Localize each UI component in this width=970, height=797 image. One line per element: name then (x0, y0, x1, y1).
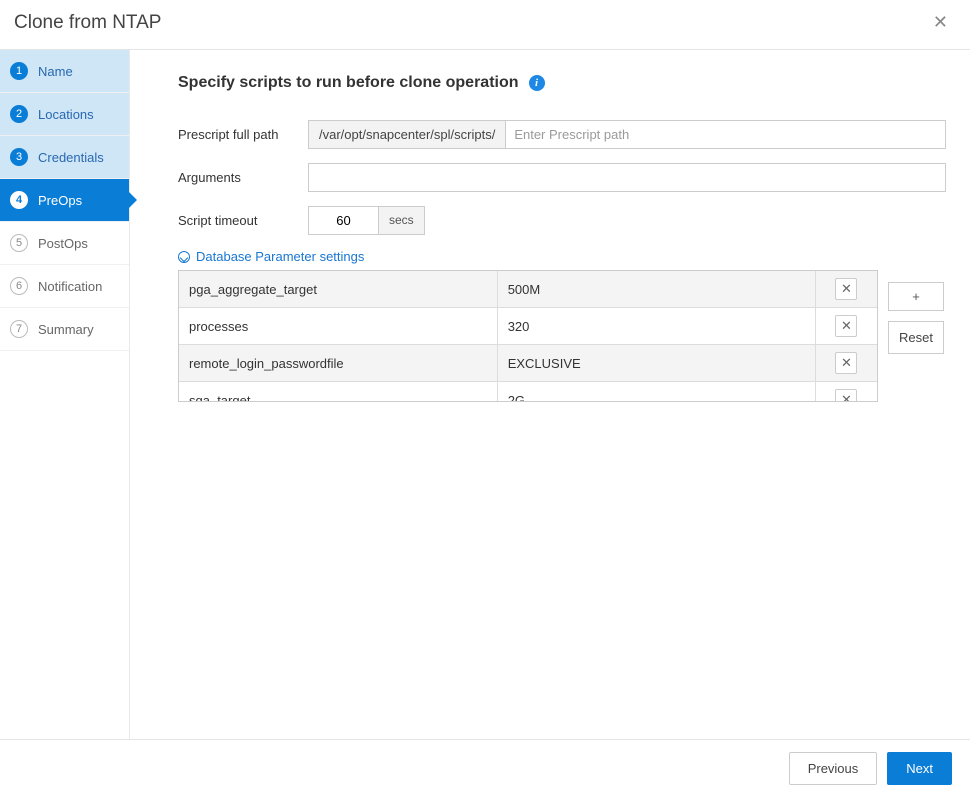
prescript-label: Prescript full path (178, 127, 308, 142)
db-param-tbody: pga_aggregate_target500M✕processes320✕re… (179, 271, 877, 402)
timeout-label: Script timeout (178, 213, 308, 228)
step-label: Locations (38, 107, 94, 122)
prescript-input-group: /var/opt/snapcenter/spl/scripts/ (308, 120, 946, 149)
step-number-icon: 3 (10, 148, 28, 166)
info-icon[interactable]: i (529, 75, 545, 91)
delete-row-button[interactable]: ✕ (835, 352, 857, 374)
section-title-row: Specify scripts to run before clone oper… (178, 74, 946, 92)
delete-row-button[interactable]: ✕ (835, 389, 857, 402)
wizard-step-preops[interactable]: 4 PreOps (0, 179, 129, 222)
param-value-cell[interactable]: 500M (497, 271, 815, 308)
chevron-down-icon (178, 251, 190, 263)
delete-row-button[interactable]: ✕ (835, 315, 857, 337)
param-value-cell[interactable]: 320 (497, 308, 815, 345)
step-number-icon: 6 (10, 277, 28, 295)
main-panel: Specify scripts to run before clone oper… (130, 50, 970, 741)
delete-row-button[interactable]: ✕ (835, 278, 857, 300)
arguments-row: Arguments (178, 163, 946, 192)
param-name-cell[interactable]: sga_target (179, 382, 497, 403)
db-param-toggle[interactable]: Database Parameter settings (178, 249, 946, 264)
wizard-step-credentials[interactable]: 3 Credentials (0, 136, 129, 179)
prescript-prefix: /var/opt/snapcenter/spl/scripts/ (309, 121, 506, 148)
param-name-cell[interactable]: remote_login_passwordfile (179, 345, 497, 382)
param-action-cell: ✕ (815, 382, 877, 403)
param-action-cell: ✕ (815, 345, 877, 382)
step-number-icon: 5 (10, 234, 28, 252)
dialog-body: 1 Name 2 Locations 3 Credentials 4 PreOps 5 PostO… (0, 50, 970, 741)
table-row: remote_login_passwordfileEXCLUSIVE ✕ (179, 345, 877, 382)
step-label: Summary (38, 322, 94, 337)
step-label: Credentials (38, 150, 104, 165)
wizard-step-name[interactable]: 1 Name (0, 50, 129, 93)
previous-button[interactable]: Previous (789, 752, 878, 785)
step-number-icon: 7 (10, 320, 28, 338)
prescript-row: Prescript full path /var/opt/snapcenter/… (178, 120, 946, 149)
step-number-icon: 2 (10, 105, 28, 123)
param-value-cell[interactable]: EXCLUSIVE (497, 345, 815, 382)
table-row: processes320 ✕ (179, 308, 877, 345)
wizard-step-summary[interactable]: 7 Summary (0, 308, 129, 351)
db-param-table: pga_aggregate_target500M✕processes320✕re… (179, 271, 877, 402)
arguments-input[interactable] (308, 163, 946, 192)
wizard-step-notification[interactable]: 6 Notification (0, 265, 129, 308)
wizard-step-locations[interactable]: 2 Locations (0, 93, 129, 136)
param-name-cell[interactable]: pga_aggregate_target (179, 271, 497, 308)
wizard-sidebar: 1 Name 2 Locations 3 Credentials 4 PreOps 5 PostO… (0, 50, 130, 741)
table-row: pga_aggregate_target500M ✕ (179, 271, 877, 308)
param-action-cell: ✕ (815, 308, 877, 345)
db-param-label: Database Parameter settings (196, 249, 364, 264)
table-side-actions: + Reset (888, 282, 944, 354)
table-row: sga_target2G ✕ (179, 382, 877, 403)
param-value-cell[interactable]: 2G (497, 382, 815, 403)
step-label: Notification (38, 279, 102, 294)
step-label: PreOps (38, 193, 82, 208)
timeout-input[interactable] (308, 206, 378, 235)
add-row-button[interactable]: + (888, 282, 944, 311)
section-title: Specify scripts to run before clone oper… (178, 74, 519, 92)
next-button[interactable]: Next (887, 752, 952, 785)
step-label: Name (38, 64, 73, 79)
dialog-footer: Previous Next (0, 739, 970, 797)
param-name-cell[interactable]: processes (179, 308, 497, 345)
timeout-row: Script timeout secs (178, 206, 946, 235)
step-number-icon: 1 (10, 62, 28, 80)
db-param-section: pga_aggregate_target500M✕processes320✕re… (178, 270, 946, 402)
dialog-header: Clone from NTAP ✕ (0, 0, 970, 50)
wizard-step-postops[interactable]: 5 PostOps (0, 222, 129, 265)
timeout-group: secs (308, 206, 425, 235)
step-label: PostOps (38, 236, 88, 251)
reset-button[interactable]: Reset (888, 321, 944, 354)
close-icon[interactable]: ✕ (927, 10, 954, 35)
dialog-title: Clone from NTAP (14, 12, 161, 34)
timeout-unit: secs (378, 206, 425, 235)
prescript-input[interactable] (506, 121, 945, 148)
param-action-cell: ✕ (815, 271, 877, 308)
db-param-table-wrap[interactable]: pga_aggregate_target500M✕processes320✕re… (178, 270, 878, 402)
arguments-label: Arguments (178, 170, 308, 185)
step-number-icon: 4 (10, 191, 28, 209)
